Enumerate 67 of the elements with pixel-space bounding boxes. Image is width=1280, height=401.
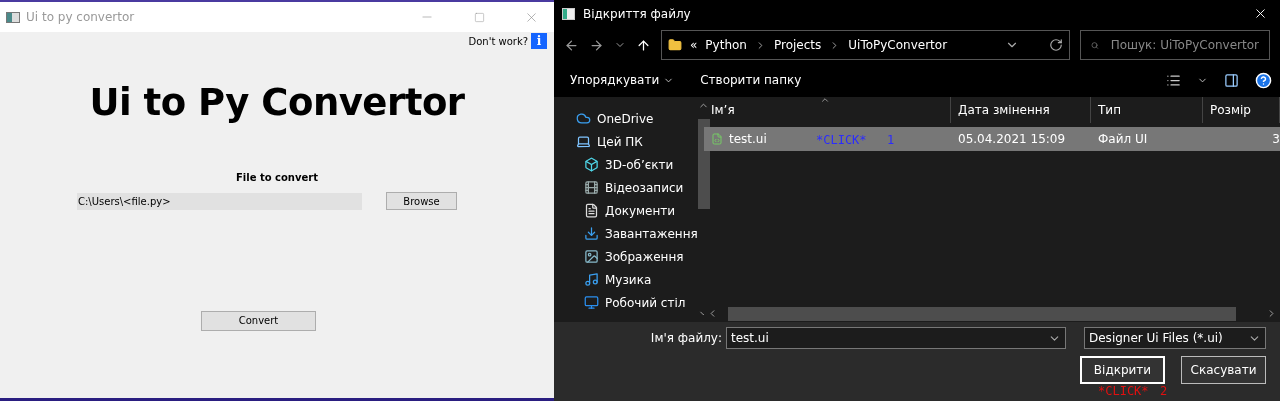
app-icon <box>6 11 20 23</box>
annotation-text: *CLICK* <box>816 134 867 146</box>
file-label: File to convert <box>235 172 319 183</box>
dialog-title: Відкриття файлу <box>583 6 692 21</box>
annotation-text: 2 <box>1160 385 1168 397</box>
cloud-icon <box>576 111 591 126</box>
toolbar-button[interactable]: Упорядкувати <box>570 73 675 87</box>
scroll-right-icon[interactable] <box>1266 308 1277 319</box>
sidebar-item[interactable]: Зображення <box>554 245 698 268</box>
back-icon[interactable] <box>564 37 579 53</box>
convert-button[interactable]: Convert <box>201 310 316 331</box>
download-icon <box>584 226 599 241</box>
window-title: Ui to py convertor <box>26 10 136 24</box>
column-header[interactable]: Тип <box>1091 97 1203 123</box>
maximize-icon <box>473 11 485 23</box>
dialog-button[interactable]: Відкрити <box>1080 356 1165 384</box>
preview-pane-icon[interactable] <box>1224 72 1239 88</box>
column-header[interactable]: Ім’я <box>704 97 951 123</box>
app-heading: Ui to Py Convertor <box>88 81 466 124</box>
refresh-icon[interactable] <box>1049 38 1063 52</box>
annotation-text: *CLICK* <box>1098 385 1149 397</box>
help-label: Don't work? <box>468 35 528 47</box>
forward-icon[interactable] <box>589 37 604 53</box>
help-icon[interactable] <box>1255 71 1272 89</box>
folder-icon <box>668 38 682 52</box>
modified-date: 05.04.2021 15:09 <box>957 132 1067 146</box>
up-icon[interactable] <box>636 37 651 53</box>
desktop-icon <box>584 295 599 310</box>
toolbar-button[interactable]: Створити папку <box>700 73 802 87</box>
sidebar-item[interactable]: Робочий стіл <box>554 291 698 314</box>
sidebar-item[interactable]: Відеозаписи <box>554 176 698 199</box>
document-icon <box>584 203 599 218</box>
sidebar-item[interactable]: Документи <box>554 199 698 222</box>
sidebar-item[interactable]: OneDrive <box>554 107 698 130</box>
filename-field[interactable]: test.ui <box>726 327 1066 349</box>
breadcrumb-item[interactable]: UiToPyConvertor <box>848 38 948 52</box>
filename-label: Ім'я файлу: <box>650 331 722 345</box>
file-path-field[interactable]: C:\Users\<file.py> <box>77 192 362 210</box>
address-bar[interactable]: « Python Projects UiToPyConvertor <box>661 30 1070 60</box>
file-name: test.ui <box>729 132 767 146</box>
column-header[interactable]: Дата змінення <box>951 97 1091 123</box>
annotation-text: 1 <box>887 134 895 146</box>
dialog-button[interactable]: Скасувати <box>1181 356 1266 384</box>
breadcrumb-item[interactable]: Python <box>705 38 747 52</box>
browse-button[interactable]: Browse <box>386 192 457 210</box>
column-header[interactable]: Розмір <box>1203 97 1280 123</box>
search-field[interactable]: Пошук: UiToPyConvertor <box>1080 30 1270 60</box>
music-icon <box>584 272 599 287</box>
sidebar-item[interactable]: Музика <box>554 268 698 291</box>
sidebar-item[interactable]: Завантаження <box>554 222 698 245</box>
info-button[interactable]: i <box>531 33 547 49</box>
breadcrumb-item[interactable]: Projects <box>773 38 822 52</box>
breadcrumb-overflow[interactable]: « <box>690 38 698 52</box>
pc-icon <box>576 134 591 149</box>
view-list-icon[interactable] <box>1166 72 1181 88</box>
film-icon <box>584 180 599 195</box>
sidebar-item[interactable]: 3D-об’єкти <box>554 153 698 176</box>
file-row[interactable]: test.ui *CLICK* 1 05.04.2021 15:09 Файл UI 3 <box>704 127 1280 151</box>
file-type-dropdown[interactable]: Designer Ui Files (*.ui) <box>1084 327 1266 349</box>
file-type: Файл UI <box>1097 132 1149 146</box>
ui-file-icon <box>711 133 723 145</box>
cube-icon <box>584 157 599 172</box>
file-size: 3 <box>1271 132 1280 146</box>
sidebar-item[interactable]: Цей ПК <box>554 130 698 153</box>
window-icon <box>562 7 575 20</box>
picture-icon <box>584 249 599 264</box>
sort-icon <box>820 95 830 105</box>
